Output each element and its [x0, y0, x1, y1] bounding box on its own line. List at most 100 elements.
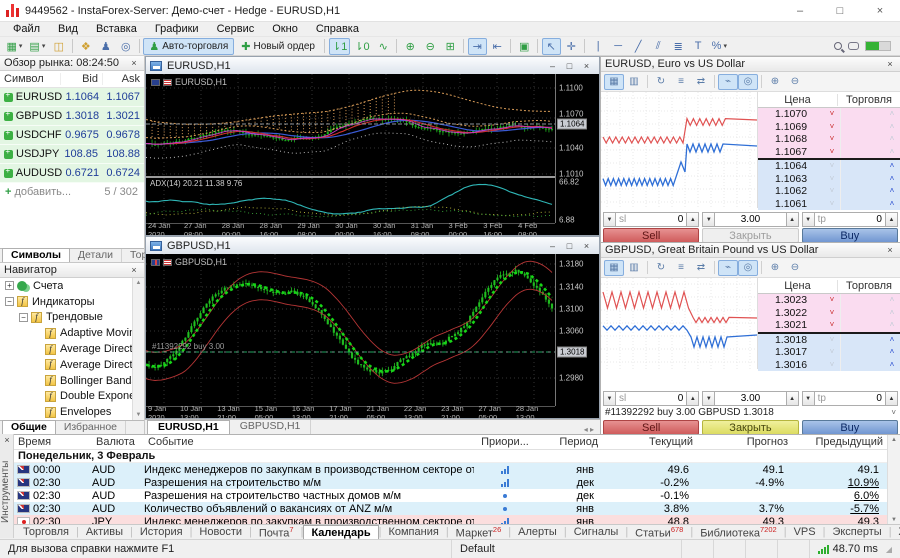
- profiles-button[interactable]: ▤▾: [26, 38, 48, 55]
- bid-price-row[interactable]: 1.1062˅˄: [758, 185, 900, 198]
- bottom-tab-Эксперты[interactable]: Эксперты: [825, 525, 888, 539]
- buy-chevron-icon[interactable]: ˄: [884, 133, 900, 145]
- market-watch-row[interactable]: AUDUSD0.67210.6724: [0, 164, 144, 183]
- chat-icon[interactable]: [848, 42, 859, 50]
- buy-chevron-icon[interactable]: ˄: [884, 198, 900, 210]
- rings-button[interactable]: ◎: [738, 260, 758, 276]
- bottom-tab-Компания[interactable]: Компания: [381, 525, 445, 539]
- bid-price-row[interactable]: 1.3016˅˄: [758, 359, 900, 372]
- sell-chevron-icon[interactable]: ˅: [824, 359, 840, 371]
- calendar-event-row[interactable]: 02:30AUDКоличество объявлений о вакансия…: [14, 502, 887, 515]
- zoom-out-button[interactable]: ⊖: [785, 260, 805, 276]
- templates-button[interactable]: ▣: [515, 38, 534, 55]
- menu-Сервис[interactable]: Сервис: [208, 22, 264, 37]
- market-watch-row[interactable]: GBPUSD1.30181.3021: [0, 107, 144, 126]
- community-button[interactable]: ♟: [96, 38, 115, 55]
- new-order-button[interactable]: ✚Новый ордер: [235, 38, 321, 55]
- eurusd-chart-titlebar[interactable]: EURUSD,H1 – □ ×: [146, 57, 599, 74]
- sell-chevron-icon[interactable]: ˅: [824, 307, 840, 319]
- bid-price-row[interactable]: 1.3018˅˄: [758, 334, 900, 347]
- sell-chevron-icon[interactable]: ˅: [824, 146, 840, 158]
- status-profile[interactable]: Default: [452, 540, 682, 558]
- cursor-button[interactable]: ↖: [542, 38, 561, 55]
- close-button[interactable]: Закрыть: [702, 228, 798, 243]
- orders-button[interactable]: ≡: [671, 74, 691, 90]
- navigator-item[interactable]: −fИндикаторы: [0, 294, 132, 310]
- calendar-event-row[interactable]: 00:00AUDИндекс менеджеров по закупкам в …: [14, 463, 887, 476]
- volume-stepper[interactable]: ▼ 3.00 ▲: [702, 391, 798, 406]
- dom-gbpusd-close-icon[interactable]: ×: [884, 245, 896, 255]
- buy-chevron-icon[interactable]: ˄: [884, 294, 900, 306]
- auto-trading-button[interactable]: ♟Авто-торговля: [143, 38, 234, 55]
- crosshair-button[interactable]: ✛: [562, 38, 581, 55]
- toolbox-vertical-tab[interactable]: Инструменты: [0, 448, 14, 536]
- tree-expander-icon[interactable]: +: [5, 281, 14, 290]
- chart-close-button[interactable]: ×: [578, 58, 595, 74]
- sell-chevron-icon[interactable]: ˅: [824, 334, 840, 346]
- one-click-trading-button[interactable]: ⌁: [718, 74, 738, 90]
- market-watch-row[interactable]: USDJPY108.85108.88: [0, 145, 144, 164]
- eurusd-tick-chart[interactable]: [601, 92, 758, 208]
- sl-stepper[interactable]: ▼ sl0 ▲: [603, 212, 699, 227]
- sell-chevron-icon[interactable]: ˅: [824, 319, 840, 331]
- one-click-trading-button[interactable]: ⌁: [718, 260, 738, 276]
- candles-chart-button[interactable]: ⇂0: [351, 38, 372, 55]
- buy-chevron-icon[interactable]: ˄: [884, 146, 900, 158]
- minimize-button[interactable]: –: [780, 0, 820, 22]
- buy-chevron-icon[interactable]: ˄: [884, 319, 900, 331]
- history-center-button[interactable]: ◫: [49, 38, 68, 55]
- sell-chevron-icon[interactable]: ˅: [824, 346, 840, 358]
- bid-price-row[interactable]: 1.1061˅˄: [758, 198, 900, 211]
- transfer-button[interactable]: ⇄: [691, 260, 711, 276]
- buy-chevron-icon[interactable]: ˄: [884, 121, 900, 133]
- text-label-button[interactable]: T: [689, 38, 708, 55]
- ping-value[interactable]: 48.70 ms: [833, 543, 878, 555]
- tab-Общие[interactable]: Общие: [2, 420, 56, 434]
- sl-stepper[interactable]: ▼ sl0 ▲: [603, 391, 699, 406]
- menu-Вид[interactable]: Вид: [49, 22, 87, 37]
- menu-Справка[interactable]: Справка: [307, 22, 368, 37]
- ask-price-row[interactable]: 1.1070˅˄: [758, 108, 900, 121]
- shift-end-button[interactable]: ⇥: [468, 38, 487, 55]
- ask-price-row[interactable]: 1.3021˅˄: [758, 319, 900, 332]
- zoom-in-button[interactable]: ⊕: [765, 260, 785, 276]
- bottom-tab-VPS[interactable]: VPS: [787, 525, 823, 539]
- chart-maximize-button[interactable]: □: [561, 238, 578, 254]
- calendar-event-row[interactable]: 02:30AUDРазрешения на строительство част…: [14, 489, 887, 502]
- new-chart-button[interactable]: ▦▾: [4, 38, 26, 55]
- maximize-button[interactable]: □: [820, 0, 860, 22]
- buy-chevron-icon[interactable]: ˄: [884, 307, 900, 319]
- navigator-item[interactable]: fEnvelopes: [0, 404, 132, 420]
- zoom-in-button[interactable]: ⊕: [401, 38, 420, 55]
- horizontal-line-button[interactable]: ─: [609, 38, 628, 55]
- tp-stepper[interactable]: ▼ tp0 ▲: [802, 212, 898, 227]
- gbpusd-tick-chart[interactable]: [601, 278, 758, 369]
- tab-Символы[interactable]: Символы: [2, 248, 70, 262]
- sell-button[interactable]: Sell: [603, 420, 699, 435]
- depth-mode-button[interactable]: ▥: [624, 260, 644, 276]
- chart-maximize-button[interactable]: □: [561, 58, 578, 74]
- bottom-tab-Календарь[interactable]: Календарь: [303, 525, 378, 540]
- market-watch-row[interactable]: EURUSD1.10641.1067: [0, 88, 144, 107]
- auto-scroll-button[interactable]: ⇤: [488, 38, 507, 55]
- tp-stepper[interactable]: ▼ tp0 ▲: [802, 391, 898, 406]
- menu-Графики[interactable]: Графики: [146, 22, 208, 37]
- bottom-tab-Алерты[interactable]: Алерты: [511, 525, 564, 539]
- navigator-item[interactable]: fAdaptive Moving Av: [0, 325, 132, 341]
- search-icon[interactable]: [834, 42, 842, 50]
- buy-button[interactable]: Buy: [802, 420, 898, 435]
- close-button[interactable]: Закрыть: [702, 420, 798, 435]
- ask-price-row[interactable]: 1.1069˅˄: [758, 121, 900, 134]
- market-watch-close-icon[interactable]: ×: [128, 58, 140, 68]
- navigator-item[interactable]: fAverage Directional: [0, 341, 132, 357]
- position-expand-icon[interactable]: ˅: [891, 408, 896, 417]
- navigator-item[interactable]: fDouble Exponential: [0, 389, 132, 405]
- zoom-in-button[interactable]: ⊕: [765, 74, 785, 90]
- trendline-button[interactable]: ╱: [629, 38, 648, 55]
- line-chart-button[interactable]: ∿: [374, 38, 393, 55]
- market-watch-row[interactable]: USDCHF0.96750.9678: [0, 126, 144, 145]
- channels-button[interactable]: ⫽: [649, 38, 668, 55]
- bottom-tab-Сигналы[interactable]: Сигналы: [567, 525, 626, 539]
- gbpusd-chart-canvas[interactable]: GBPUSD,H1 #11392292 buy 3.00 1.31801.314…: [146, 254, 599, 418]
- open-position-row[interactable]: #11392292 buy 3.00 GBPUSD 1.3018 ˅: [605, 406, 896, 419]
